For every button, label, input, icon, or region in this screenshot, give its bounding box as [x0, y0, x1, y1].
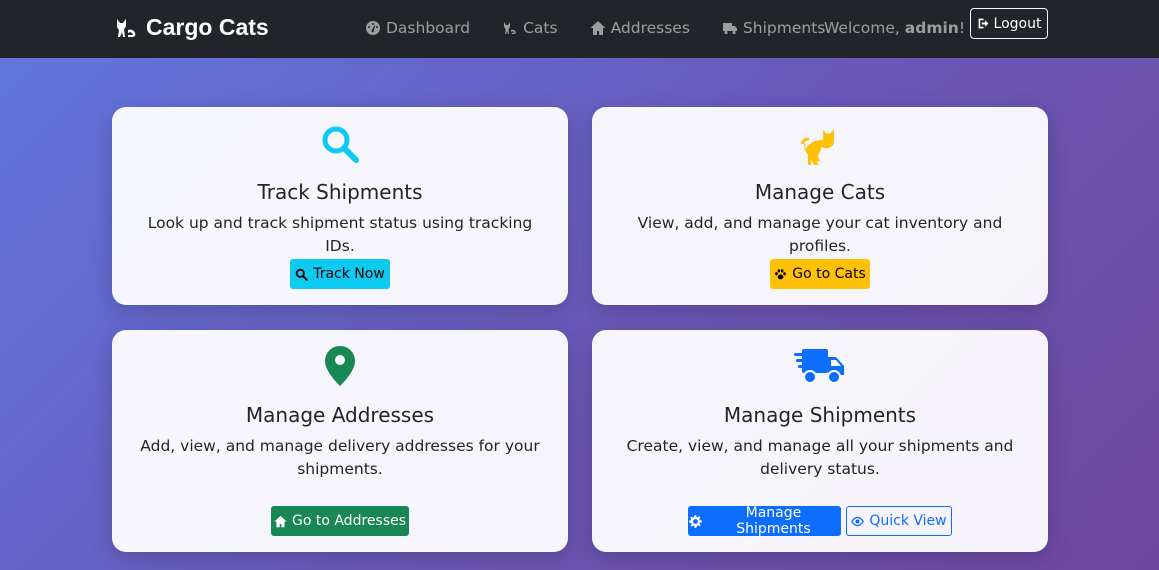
- welcome-suffix: !: [958, 19, 966, 37]
- gear-icon: [689, 514, 702, 528]
- sign-out-icon: [978, 18, 988, 29]
- shipping-fast-icon: [794, 349, 844, 384]
- brand-link[interactable]: Cargo Cats: [114, 14, 269, 41]
- search-icon: [295, 268, 308, 281]
- button-label: Manage Shipments: [736, 505, 811, 537]
- cat-icon: [801, 129, 834, 165]
- card-title: Manage Shipments: [723, 403, 917, 427]
- card-description: Create, view, and manage all your shipme…: [626, 437, 1014, 478]
- eye-icon: [851, 516, 865, 526]
- go-to-cats-button[interactable]: Go to Cats: [770, 259, 870, 289]
- paw-icon: [775, 268, 787, 279]
- nav-link-addresses[interactable]: Addresses: [590, 19, 690, 37]
- truck-icon: [722, 23, 737, 35]
- track-now-button[interactable]: Track Now: [290, 259, 390, 289]
- card-description: Add, view, and manage delivery addresses…: [140, 437, 540, 478]
- nav-link-cats[interactable]: Cats: [502, 19, 558, 37]
- welcome-text: Welcome, admin!: [824, 19, 965, 37]
- nav-link-label: Addresses: [610, 19, 690, 37]
- card-title: Manage Addresses: [245, 403, 435, 427]
- nav-links: Dashboard Cats Addresses Shipments: [365, 19, 857, 37]
- username: admin: [904, 19, 959, 37]
- button-label: Go to Addresses: [291, 513, 407, 529]
- navbar: Cargo Cats Dashboard Cats Addresses Ship…: [0, 0, 1159, 58]
- home-icon: [590, 21, 606, 35]
- button-label: Go to Cats: [792, 266, 866, 282]
- card-manage-cats: Manage Cats View, add, and manage your c…: [592, 107, 1048, 305]
- nav-link-label: Dashboard: [386, 19, 471, 37]
- manage-shipments-button[interactable]: Manage Shipments: [688, 505, 841, 537]
- dashboard-icon: [366, 21, 380, 35]
- logout-label: Logout: [993, 15, 1042, 32]
- card-title: Manage Cats: [754, 180, 886, 204]
- search-icon: [322, 126, 359, 163]
- button-label: Track Now: [313, 266, 385, 282]
- home-icon: [274, 515, 287, 527]
- logout-button[interactable]: Logout: [970, 8, 1048, 39]
- cat-icon: [504, 22, 516, 34]
- go-to-addresses-button[interactable]: Go to Addresses: [271, 506, 409, 536]
- nav-link-shipments[interactable]: Shipments: [722, 19, 825, 37]
- card-manage-shipments: Manage Shipments Create, view, and manag…: [592, 330, 1048, 552]
- cat-icon: [117, 18, 136, 37]
- card-description: Look up and track shipment status using …: [147, 214, 533, 255]
- card-title: Track Shipments: [257, 180, 423, 204]
- nav-link-label: Shipments: [742, 19, 826, 37]
- card-manage-addresses: Manage Addresses Add, view, and manage d…: [112, 330, 568, 552]
- map-pin-icon: [325, 346, 355, 386]
- nav-link-label: Cats: [523, 19, 558, 37]
- card-track-shipments: Track Shipments Look up and track shipme…: [112, 107, 568, 305]
- welcome-prefix: Welcome,: [824, 19, 905, 37]
- card-description: View, add, and manage your cat inventory…: [637, 214, 1003, 255]
- quick-view-button[interactable]: Quick View: [846, 506, 952, 536]
- nav-link-dashboard[interactable]: Dashboard: [365, 19, 470, 37]
- button-label: Quick View: [869, 513, 947, 529]
- brand-text: Cargo Cats: [146, 14, 269, 40]
